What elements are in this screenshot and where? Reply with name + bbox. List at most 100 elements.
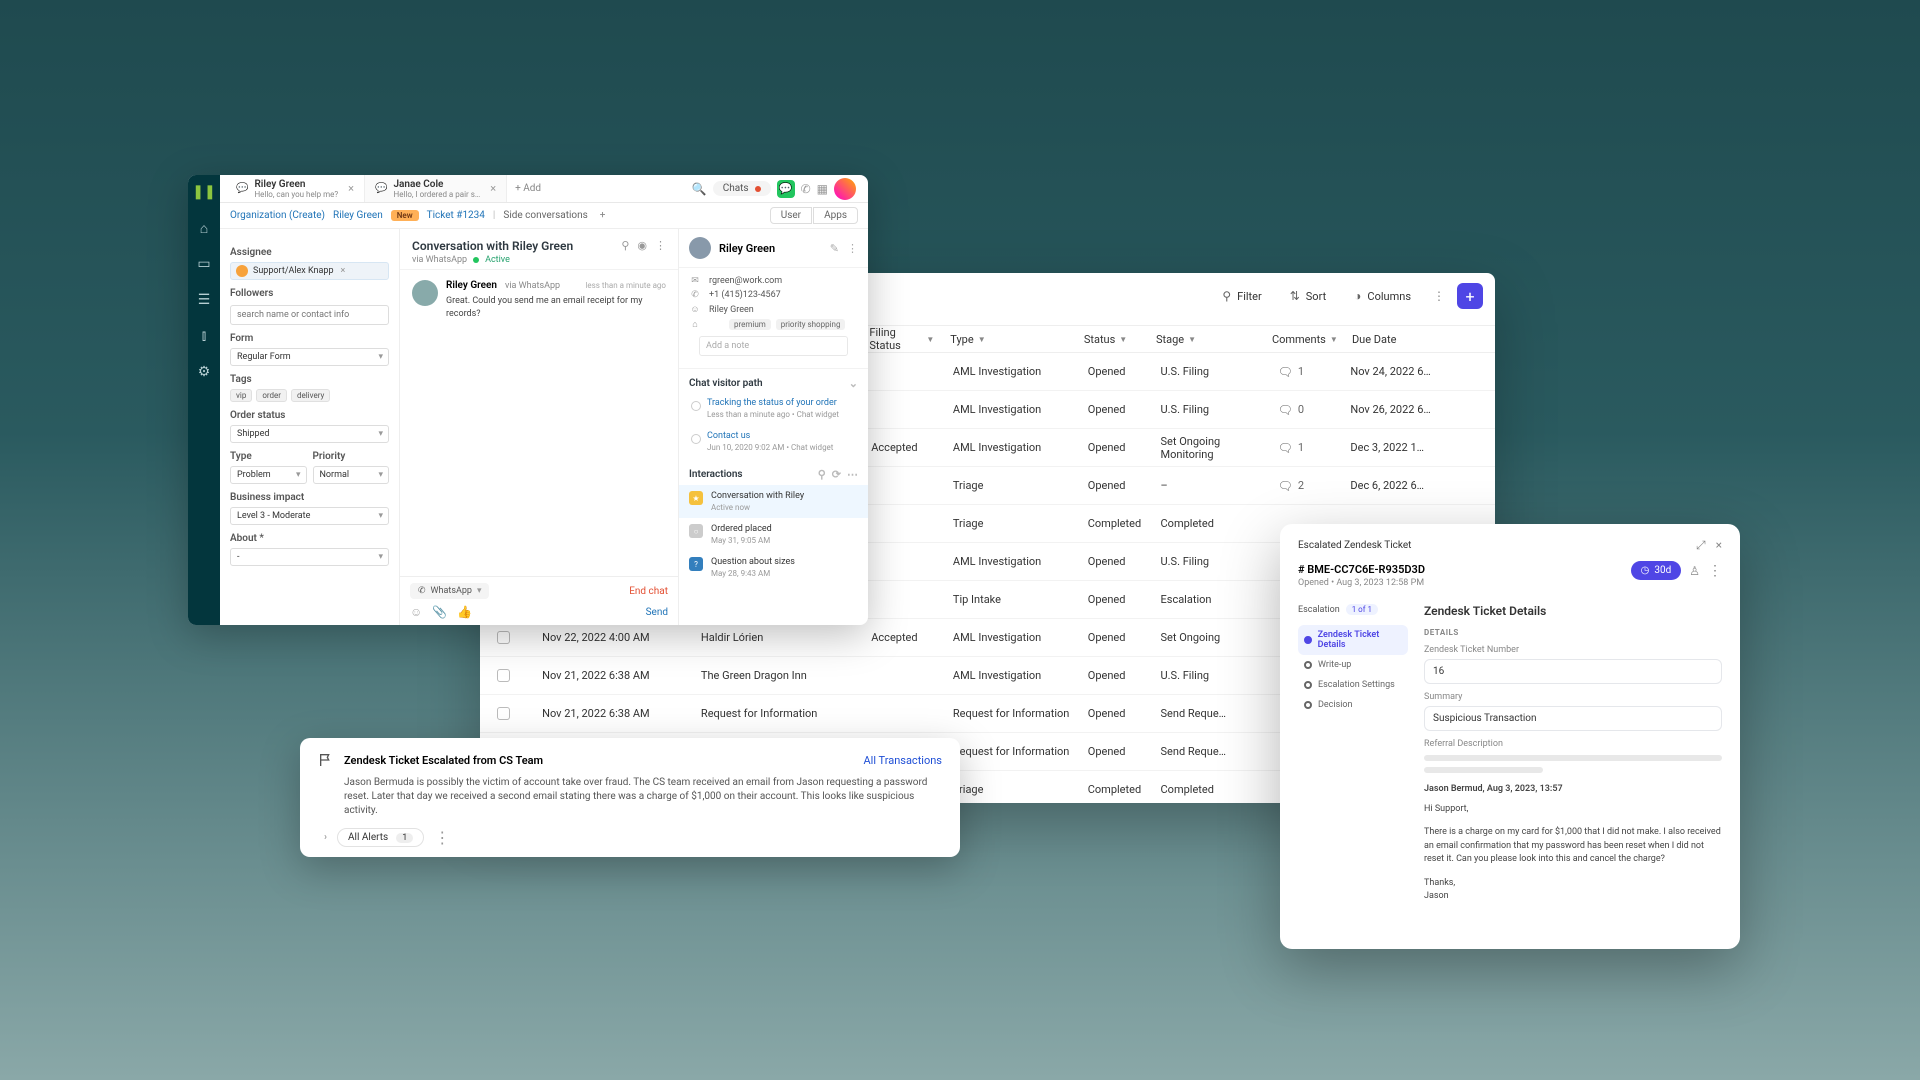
cell-type: AML Investigation [945,441,1080,454]
apps-icon[interactable]: ▦ [817,182,828,196]
tag-chip[interactable]: delivery [291,389,330,402]
breadcrumb-ticket[interactable]: Ticket #1234 [427,210,485,221]
col-type[interactable]: Type▼ [942,333,1076,346]
col-due[interactable]: Due Date [1344,333,1495,346]
all-transactions-link[interactable]: All Transactions [864,754,943,767]
close-icon[interactable]: × [348,182,354,195]
filter-icon[interactable]: ⚲ [621,239,629,252]
cell-type: Triage [945,783,1080,796]
col-comments[interactable]: Comments▼ [1264,333,1344,346]
tab-user[interactable]: User [770,207,812,224]
side-conversations-link[interactable]: Side conversations [503,210,587,221]
breadcrumb-person[interactable]: Riley Green [333,210,383,221]
ticket-number-field[interactable]: 16 [1424,659,1722,684]
expand-icon[interactable]: ⤢ [1696,538,1706,553]
cell-filing: Accepted [863,631,945,644]
order-status-select[interactable]: Shipped [230,425,389,443]
users-icon[interactable]: ☰ [195,291,213,309]
form-select[interactable]: Regular Form [230,348,389,366]
step-ticket-details[interactable]: Zendesk Ticket Details [1298,625,1408,655]
cell-stage: Escalation [1153,593,1270,606]
search-icon[interactable]: 🔍 [692,182,707,196]
sort-button[interactable]: ⇅Sort [1280,284,1336,308]
tags-field[interactable]: vip order delivery [230,389,389,402]
refresh-icon[interactable]: ⟳ [832,468,841,481]
summary-field[interactable]: Suspicious Transaction [1424,706,1722,731]
path-item[interactable]: Tracking the status of your order Less t… [679,394,868,427]
more-icon[interactable]: ⋮ [655,239,666,252]
profile-panel: Riley Green ✎ ⋮ ✉rgreen@work.com ✆+1 (41… [678,229,868,625]
col-filing[interactable]: Filing Status▼ [861,326,942,352]
zendesk-logo-icon[interactable]: ❚❚ [195,183,213,201]
cell-status: Opened [1080,745,1153,758]
col-status[interactable]: Status▼ [1076,333,1148,346]
note-input[interactable]: Add a note [699,336,848,356]
tab-riley[interactable]: 💬 Riley Green Hello, can you help me? × [226,175,365,202]
more-icon[interactable]: ⋯ [847,468,858,481]
filter-icon[interactable]: ⚲ [818,468,826,481]
priority-select[interactable]: Normal [313,466,390,484]
eye-icon[interactable]: ◉ [637,239,647,252]
chevron-right-icon[interactable]: › [324,832,327,843]
tag-chip[interactable]: vip [230,389,252,402]
home-icon[interactable]: ⌂ [195,219,213,237]
add-side-button[interactable]: + [596,210,610,221]
add-button[interactable]: + [1457,283,1483,309]
assignee-icon[interactable]: ♙ [1689,564,1700,578]
end-chat-button[interactable]: End chat [629,586,668,597]
path-item[interactable]: Contact us Jun 10, 2020 9:02 AM • Chat w… [679,427,868,460]
cell-stage: U.S. Filing [1153,669,1270,682]
step-decision[interactable]: Decision [1298,695,1408,715]
row-checkbox[interactable] [497,669,510,682]
close-icon[interactable]: × [490,182,496,195]
emoji-icon[interactable]: ☺ [410,605,422,619]
edit-icon[interactable]: ✎ [830,242,839,255]
more-icon[interactable]: ⋮ [847,242,858,255]
chats-chip[interactable]: Chats [713,181,771,196]
caret-down-icon: ▼ [926,335,934,344]
gear-icon[interactable]: ⚙ [195,363,213,381]
channel-select[interactable]: ✆ WhatsApp ▾ [410,583,489,599]
breadcrumb-org[interactable]: Organization (Create) [230,210,325,221]
more-icon[interactable]: ⋮ [1429,289,1449,303]
close-icon[interactable]: × [1716,538,1722,553]
cell-stage: U.S. Filing [1153,365,1270,378]
message-icon[interactable]: 💬 [777,180,795,198]
sla-pill[interactable]: ◷30d [1631,561,1682,580]
message-time: less than a minute ago [585,281,666,290]
impact-select[interactable]: Level 3 - Moderate [230,507,389,525]
row-checkbox[interactable] [497,707,510,720]
tab-apps[interactable]: Apps [813,207,858,224]
about-select[interactable]: - [230,548,389,566]
filter-button[interactable]: ⚲Filter [1212,284,1271,308]
all-alerts-chip[interactable]: All Alerts 1 [337,828,424,847]
assignee-chip[interactable]: Support/Alex Knapp × [230,262,389,280]
tab-janae[interactable]: 💬 Janae Cole Hello, I ordered a pair s… … [365,175,507,202]
row-checkbox[interactable] [497,631,510,644]
attachment-icon[interactable]: 📎 [432,605,447,619]
step-escalation-settings[interactable]: Escalation Settings [1298,675,1408,695]
more-icon[interactable]: ⋮ [1708,563,1722,579]
step-writeup[interactable]: Write-up [1298,655,1408,675]
sidebar-rail: ❚❚ ⌂ ▭ ☰ ⫾ ⚙ [188,175,220,625]
add-tab-button[interactable]: + Add [507,175,549,202]
type-select[interactable]: Problem [230,466,307,484]
reports-icon[interactable]: ⫾ [195,327,213,345]
more-icon[interactable]: ⋮ [434,828,450,847]
interaction-item[interactable]: ? Question about sizesMay 28, 9:43 AM [679,551,868,584]
tag-chip[interactable]: order [256,389,287,402]
interaction-item[interactable]: ○ Ordered placedMay 31, 9:05 AM [679,518,868,551]
avatar[interactable] [834,178,856,200]
chevron-down-icon[interactable]: ⌄ [849,377,858,390]
inbox-icon[interactable]: ▭ [195,255,213,273]
send-button[interactable]: Send [646,607,668,618]
columns-button[interactable]: ◑Columns [1344,284,1421,308]
col-stage[interactable]: Stage▼ [1148,333,1264,346]
followers-input[interactable] [230,305,389,325]
phone-icon[interactable]: ✆ [801,182,811,196]
caret-down-icon: ▼ [1188,335,1196,344]
escalated-ticket-modal: Escalated Zendesk Ticket ⤢ × # BME-CC7C6… [1280,524,1740,949]
interaction-item[interactable]: ★ Conversation with RileyActive now [679,485,868,518]
like-icon[interactable]: 👍 [457,605,472,619]
close-icon[interactable]: × [341,266,346,276]
